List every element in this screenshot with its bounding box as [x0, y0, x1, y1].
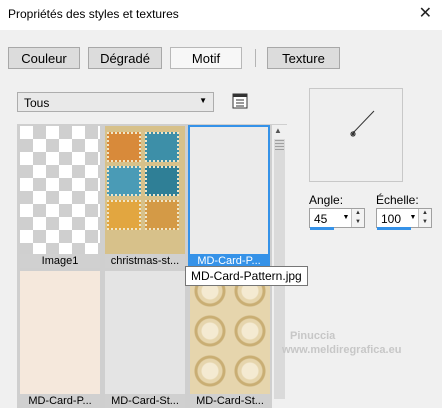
- tab-degrade[interactable]: Dégradé: [88, 47, 162, 69]
- cream-paper-image: [20, 271, 100, 394]
- angle-value: 45: [314, 212, 328, 226]
- tab-bar: Couleur Dégradé Motif Texture: [0, 37, 442, 79]
- angle-spin-arrows-icon[interactable]: ▲ ▼: [351, 209, 364, 227]
- thumbnail-md-card-stars[interactable]: MD-Card-St...: [105, 271, 185, 408]
- category-value: Tous: [24, 96, 50, 110]
- filename-tooltip: MD-Card-Pattern.jpg: [185, 266, 308, 286]
- tab-texture[interactable]: Texture: [267, 47, 340, 69]
- thumbnail-image1[interactable]: Image1: [20, 126, 100, 268]
- scale-label: Échelle:: [376, 193, 419, 207]
- scroll-up-icon[interactable]: ▲: [274, 126, 282, 135]
- gold-ornament-image: [190, 271, 270, 394]
- scale-level-bar: [377, 227, 411, 230]
- tab-couleur[interactable]: Couleur: [8, 47, 80, 69]
- angle-indicator-icon: [350, 110, 375, 137]
- thumbnail-label: MD-Card-St...: [190, 394, 270, 408]
- tab-separator: [255, 49, 256, 67]
- thumbnail-md-card-gold[interactable]: MD-Card-St...: [190, 271, 270, 408]
- watermark: Pinuccia www.meldiregrafica.eu: [282, 330, 401, 356]
- watermark-name: Pinuccia: [290, 330, 336, 342]
- angle-label: Angle:: [309, 193, 344, 207]
- scale-spin-arrows-icon[interactable]: ▲ ▼: [418, 209, 431, 227]
- thumbnail-label: Image1: [20, 254, 100, 268]
- scale-value: 100: [381, 212, 402, 226]
- thumbnail-md-card-pattern[interactable]: MD-Card-P...: [188, 125, 270, 270]
- thumbnail-label: MD-Card-St...: [105, 394, 185, 408]
- title-bar: Propriétés des styles et textures ✕: [0, 0, 442, 30]
- list-view-icon[interactable]: [232, 93, 248, 109]
- close-icon[interactable]: ✕: [419, 3, 432, 23]
- pattern-preview[interactable]: [309, 88, 403, 182]
- thumbnail-label: MD-Card-P...: [20, 394, 100, 408]
- angle-dropdown-icon[interactable]: ▼: [341, 209, 351, 227]
- tab-motif[interactable]: Motif: [170, 47, 242, 69]
- angle-spinbox[interactable]: 45 ▼ ▲ ▼: [309, 208, 365, 230]
- scroll-grip-icon: [275, 140, 284, 150]
- dropdown-arrow-icon: ▼: [199, 96, 207, 105]
- scale-dropdown-icon[interactable]: ▼: [408, 209, 418, 227]
- transparent-checker-image: [20, 126, 100, 254]
- window-title: Propriétés des styles et textures: [8, 7, 179, 21]
- christmas-stamps-image: [105, 126, 185, 254]
- angle-level-bar: [310, 227, 334, 230]
- watermark-site: www.meldiregrafica.eu: [282, 344, 402, 356]
- light-pattern-image: [190, 127, 268, 254]
- thumbnail-md-card-paper[interactable]: MD-Card-P...: [20, 271, 100, 408]
- scale-spinbox[interactable]: 100 ▼ ▲ ▼: [376, 208, 432, 230]
- snowflake-pattern-image: [105, 271, 185, 394]
- category-dropdown[interactable]: Tous ▼: [17, 92, 214, 112]
- thumbnail-label: christmas-st...: [105, 254, 185, 268]
- thumbnail-christmas-stamps[interactable]: christmas-st...: [105, 126, 185, 268]
